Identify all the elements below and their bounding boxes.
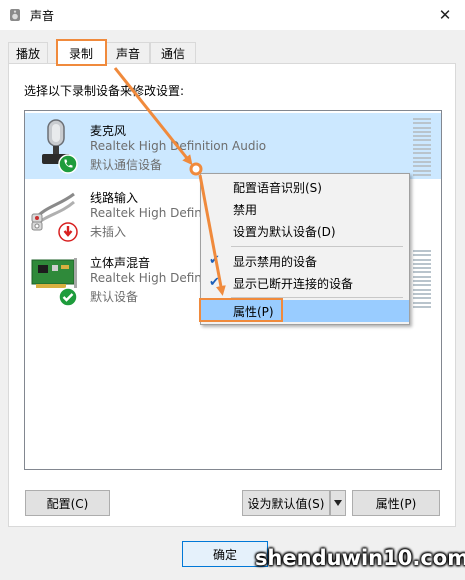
device-name-stereo-mix: 立体声混音 bbox=[90, 256, 151, 270]
device-driver-microphone: Realtek High Definition Audio bbox=[90, 139, 267, 153]
tab-sounds[interactable]: 声音 bbox=[106, 42, 150, 63]
checkmark-icon: ✔ bbox=[209, 253, 220, 268]
annotation-highlight-properties bbox=[199, 298, 283, 322]
menu-item-label: 显示禁用的设备 bbox=[233, 254, 318, 269]
check-badge-icon bbox=[58, 287, 78, 307]
device-driver-stereo-mix: Realtek High Defin bbox=[90, 271, 202, 285]
menu-item-label: 配置语音识别(S) bbox=[233, 180, 322, 195]
set-default-dropdown[interactable] bbox=[330, 490, 346, 516]
device-name-line-in: 线路输入 bbox=[90, 191, 139, 205]
speaker-icon bbox=[10, 9, 20, 21]
level-meter-stereo-mix bbox=[413, 250, 431, 308]
checkmark-icon: ✔ bbox=[209, 275, 220, 290]
level-meter-microphone bbox=[413, 118, 431, 176]
menu-item-configure-speech[interactable]: 配置语音识别(S) bbox=[201, 176, 409, 198]
menu-separator bbox=[231, 246, 403, 247]
watermark-text: shenduwin10.com bbox=[254, 546, 465, 570]
close-icon: ✕ bbox=[438, 6, 452, 24]
instruction-text: 选择以下录制设备来修改设置: bbox=[24, 84, 185, 98]
menu-item-set-default[interactable]: 设置为默认设备(D) bbox=[201, 220, 409, 242]
dropdown-arrow-icon bbox=[334, 500, 342, 506]
tab-playback[interactable]: 播放 bbox=[8, 42, 48, 63]
device-status-microphone: 默认通信设备 bbox=[90, 158, 163, 172]
configure-button[interactable]: 配置(C) bbox=[25, 490, 110, 516]
set-default-button[interactable]: 设为默认值(S) bbox=[242, 490, 330, 516]
device-status-line-in: 未插入 bbox=[90, 225, 127, 239]
menu-item-disable[interactable]: 禁用 bbox=[201, 198, 409, 220]
tab-communications[interactable]: 通信 bbox=[150, 42, 196, 63]
menu-item-label: 设置为默认设备(D) bbox=[233, 224, 336, 239]
menu-item-show-disconnected[interactable]: ✔ 显示已断开连接的设备 bbox=[201, 272, 409, 294]
device-status-stereo-mix: 默认设备 bbox=[90, 290, 139, 304]
unplugged-badge-icon bbox=[58, 222, 78, 242]
device-driver-line-in: Realtek High Defin bbox=[90, 206, 202, 220]
close-button[interactable]: ✕ bbox=[430, 3, 460, 27]
menu-item-label: 显示已断开连接的设备 bbox=[233, 276, 354, 291]
title-bar bbox=[0, 0, 465, 30]
window-title: 声音 bbox=[30, 9, 55, 23]
menu-item-label: 禁用 bbox=[233, 202, 258, 217]
annotation-highlight-recording-tab bbox=[56, 39, 107, 66]
phone-badge-icon bbox=[58, 154, 78, 174]
properties-button[interactable]: 属性(P) bbox=[352, 490, 440, 516]
device-name-microphone: 麦克风 bbox=[90, 124, 127, 138]
menu-item-show-disabled[interactable]: ✔ 显示禁用的设备 bbox=[201, 250, 409, 272]
